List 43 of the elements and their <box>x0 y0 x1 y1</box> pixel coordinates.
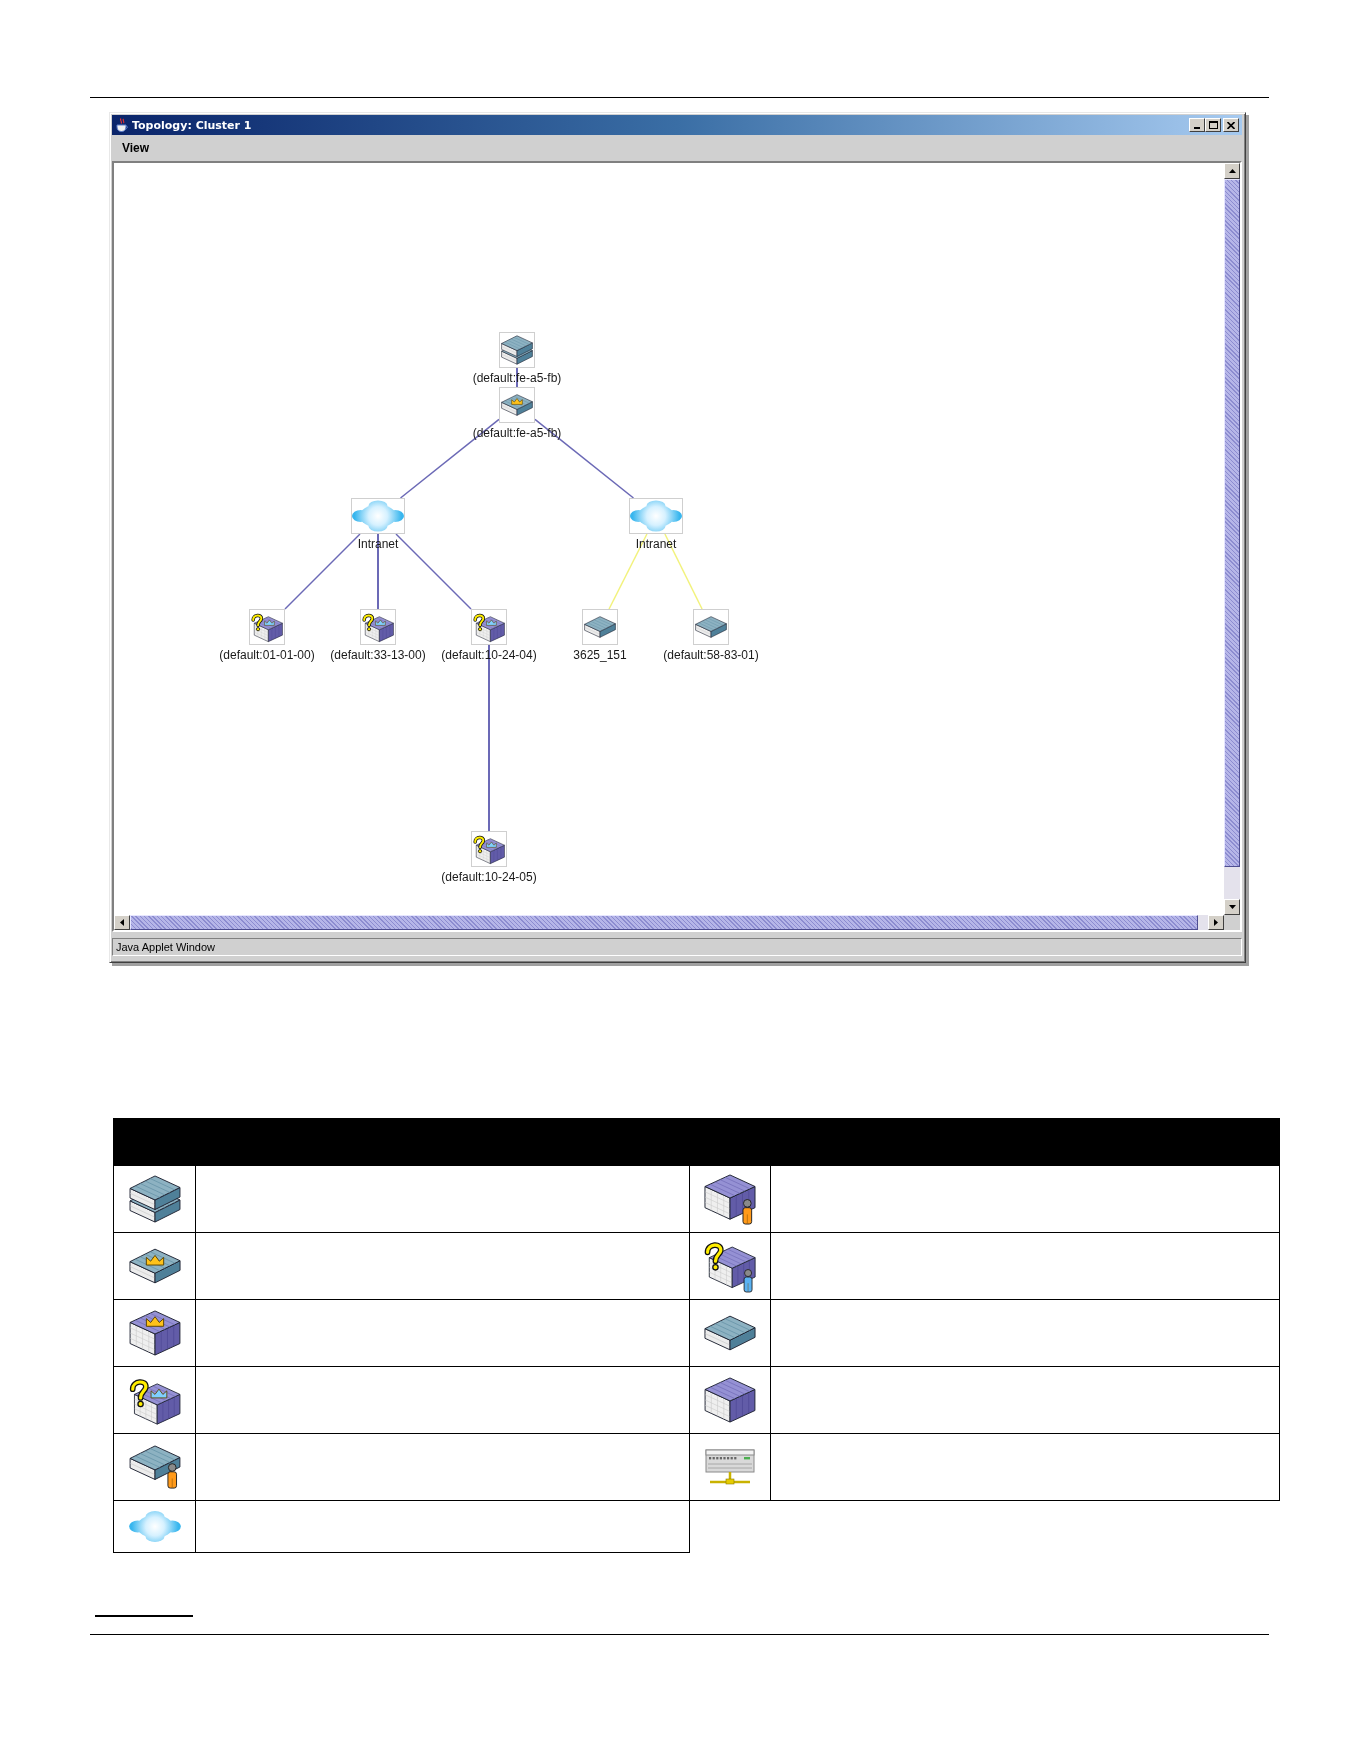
chassis-question-icon <box>471 609 507 645</box>
chassis-question-icon <box>249 609 285 645</box>
minimize-button[interactable] <box>1189 118 1205 132</box>
chassis-person-icon <box>704 1173 756 1225</box>
chassis-crown-icon <box>128 1310 181 1356</box>
arrow-up-icon <box>1228 169 1236 173</box>
switch-crown-icon <box>499 387 535 423</box>
scroll-down-button[interactable] <box>1224 899 1240 915</box>
switch-icon <box>582 609 618 645</box>
arrow-down-icon <box>1228 905 1236 909</box>
arrow-left-icon <box>120 919 124 926</box>
switch-crown-icon <box>128 1248 181 1284</box>
menu-item[interactable]: View <box>118 139 154 157</box>
scroll-up-button[interactable] <box>1224 163 1240 179</box>
window-title: Topology: Cluster 1 <box>132 118 252 132</box>
status-bar: Java Applet Window <box>112 938 1242 956</box>
chassis-question-person-icon <box>704 1239 756 1293</box>
close-button[interactable] <box>1223 118 1239 132</box>
maximize-button[interactable] <box>1205 118 1221 132</box>
node-label: (default:33-13-00) <box>330 648 426 662</box>
close-icon <box>1227 121 1235 129</box>
stacked-switches-icon <box>499 332 535 368</box>
node-label: (default:10-24-05) <box>441 870 537 884</box>
cloud-icon <box>128 1511 181 1542</box>
minimize-icon <box>1194 127 1200 129</box>
cloud-icon <box>351 498 405 534</box>
chassis-question-icon <box>360 609 396 645</box>
node-label: 3625_151 <box>573 648 627 662</box>
scroll-left-button[interactable] <box>114 915 130 930</box>
network-device-icon <box>704 1448 756 1486</box>
node-label: (default:01-01-00) <box>219 648 315 662</box>
maximize-icon <box>1208 121 1218 129</box>
chassis-question-icon <box>471 831 507 867</box>
switch-icon <box>704 1315 756 1351</box>
arrow-right-icon <box>1214 919 1218 926</box>
scroll-right-button[interactable] <box>1208 915 1224 930</box>
switch-icon <box>693 609 729 645</box>
chassis-icon <box>704 1377 756 1423</box>
switch-person-icon <box>128 1444 181 1490</box>
node-label: (default:58-83-01) <box>663 648 759 662</box>
stacked-switches-icon <box>128 1175 181 1223</box>
coffee-cup-icon <box>116 118 128 132</box>
cloud-icon <box>629 498 683 534</box>
